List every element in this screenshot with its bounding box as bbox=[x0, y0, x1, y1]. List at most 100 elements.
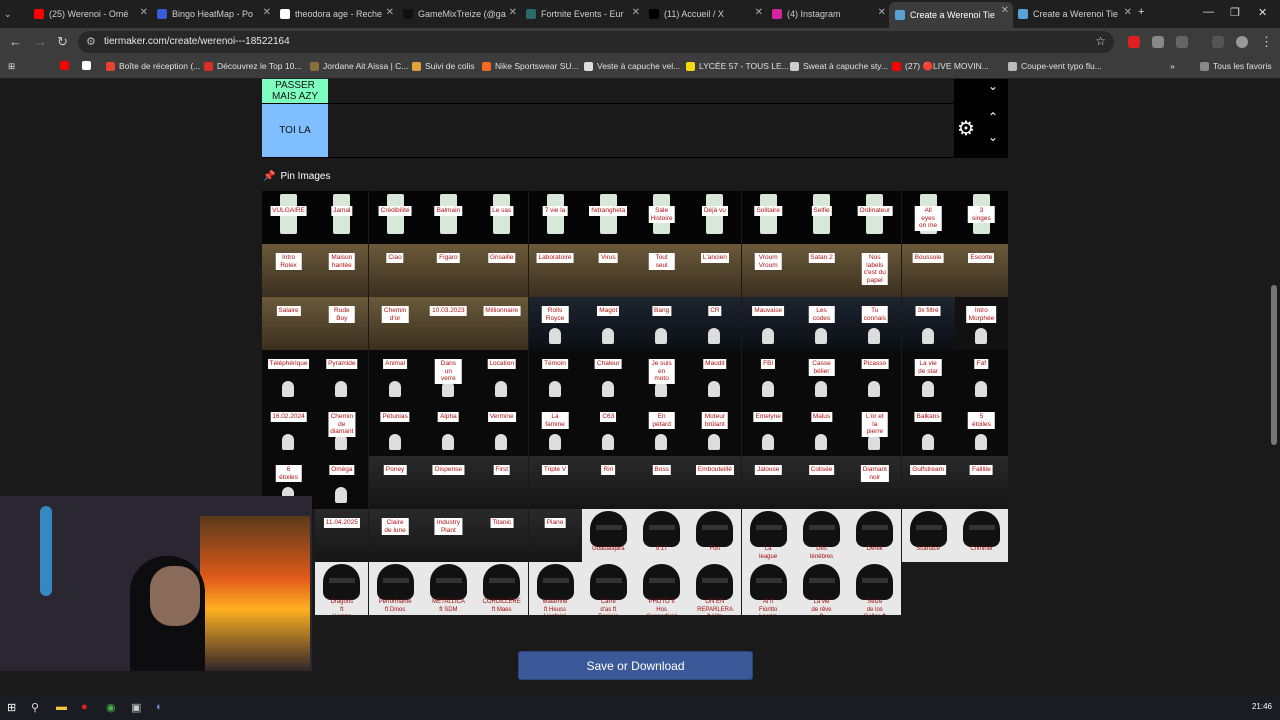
tier-item-card[interactable]: Carré d'as ft Ronisia bbox=[581, 562, 635, 615]
tier-item-card[interactable]: Ordinateur bbox=[848, 191, 902, 244]
windows-start-icon[interactable]: ⊞ bbox=[7, 701, 16, 714]
tier-item-card[interactable]: Jalouse bbox=[741, 456, 795, 509]
tier-item-card[interactable]: Fort bbox=[688, 509, 742, 562]
tier-item-card[interactable]: CR bbox=[688, 297, 742, 350]
browser-tab[interactable]: (25) Werenoi - Omé ✕ bbox=[28, 4, 152, 24]
tier-item-card[interactable]: Claire de lune bbox=[368, 509, 422, 562]
tier-item-card[interactable]: Millionnaire bbox=[475, 297, 529, 350]
tier-item-card[interactable]: 9.17 bbox=[635, 509, 689, 562]
browser-tab[interactable]: GameMixTreize (@ga ✕ bbox=[397, 4, 521, 24]
tier-item-card[interactable]: Crédibilité bbox=[368, 191, 422, 244]
tier-item-card[interactable]: Moteur brûlant bbox=[688, 403, 742, 456]
browser-tab[interactable]: Create a Werenoi Tie ✕ bbox=[1012, 4, 1136, 24]
tier-item-card[interactable]: La famine bbox=[528, 403, 582, 456]
tier-item-card[interactable]: 10.03.2023 bbox=[421, 297, 475, 350]
restore-icon[interactable]: ❐ bbox=[1230, 6, 1240, 19]
tier-item-card[interactable]: Piano bbox=[528, 509, 582, 562]
tier-item-card[interactable]: Oméga bbox=[315, 456, 369, 509]
bookmark-item[interactable]: Découvrez le Top 10... bbox=[204, 61, 301, 71]
tier-item-card[interactable]: Le sas bbox=[475, 191, 529, 244]
reload-icon[interactable]: ↻ bbox=[57, 34, 68, 50]
opera-icon[interactable]: ● bbox=[81, 701, 88, 713]
tier-item-card[interactable]: Colisée bbox=[795, 456, 848, 509]
save-button[interactable]: Save or Download bbox=[518, 651, 753, 680]
tier-item-card[interactable]: Téléphérique bbox=[262, 350, 315, 403]
chevron-down-icon[interactable]: ⌄ bbox=[988, 130, 998, 144]
tab-close-icon[interactable]: ✕ bbox=[1001, 5, 1009, 16]
extension-icon[interactable] bbox=[1128, 36, 1140, 48]
tier-item-card[interactable]: En pétard bbox=[635, 403, 689, 456]
tier-item-card[interactable]: Sale Histoire bbox=[635, 191, 689, 244]
tier-item-card[interactable]: Embouteillé bbox=[688, 456, 742, 509]
tier-item-card[interactable]: Al ft Fioritto Lacrim Mac Tyer bbox=[741, 562, 795, 615]
tier-item-card[interactable]: Les codes bbox=[795, 297, 848, 350]
tier-item-card[interactable]: C63 bbox=[581, 403, 635, 456]
tab-close-icon[interactable]: ✕ bbox=[386, 7, 394, 18]
tier-item-card[interactable]: L'ancien bbox=[688, 244, 742, 297]
tab-close-icon[interactable]: ✕ bbox=[140, 7, 148, 18]
tier-item-card[interactable]: Dans un verre bbox=[421, 350, 475, 403]
search-icon[interactable]: ⚲ bbox=[31, 701, 39, 714]
bookmark-item[interactable]: (27) 🔴LIVE MOVIN... bbox=[892, 61, 989, 72]
tier-item-card[interactable]: Titanic bbox=[475, 509, 529, 562]
tier-item-card[interactable]: Bang bbox=[635, 297, 689, 350]
tier-item-card[interactable]: Gulfstream bbox=[901, 456, 955, 509]
tier-item-card[interactable]: Figaro bbox=[421, 244, 475, 297]
tab-close-icon[interactable]: ✕ bbox=[1124, 7, 1132, 18]
bookmark-item[interactable]: Coupe-vent typo flu... bbox=[1008, 61, 1102, 71]
bookmark-item[interactable] bbox=[60, 61, 73, 70]
browser-tab[interactable]: Create a Werenoi Tie ✕ bbox=[889, 2, 1013, 28]
tier-item-card[interactable]: Grisaille bbox=[475, 244, 529, 297]
tier-item-card[interactable]: Témoin bbox=[528, 350, 582, 403]
tier-item-card[interactable]: Balmain bbox=[421, 191, 475, 244]
file-explorer-icon[interactable]: ▬ bbox=[56, 701, 67, 713]
tier-item-card[interactable]: Vroum Vroum bbox=[741, 244, 795, 297]
chevron-up-icon[interactable]: ⌃ bbox=[988, 110, 998, 124]
tab-search-button[interactable]: ⌄ bbox=[4, 4, 24, 24]
tier-item-card[interactable]: Boss bbox=[635, 456, 689, 509]
tier-item-card[interactable]: Magot bbox=[581, 297, 635, 350]
tier-item-card[interactable]: Balkans bbox=[901, 403, 955, 456]
tier-item-card[interactable]: Tu connais bbox=[848, 297, 902, 350]
tier-item-card[interactable]: METALLICA ft SDM bbox=[421, 562, 475, 615]
bookmark-item[interactable]: Veste à capuche vel... bbox=[584, 61, 680, 71]
tier-item-card[interactable]: Derek bbox=[848, 509, 902, 562]
extension-icon[interactable] bbox=[1152, 36, 1164, 48]
bookmarks-overflow-icon[interactable]: » bbox=[1170, 61, 1175, 71]
tier-item-card[interactable]: Mauvaise bbox=[741, 297, 795, 350]
tier-item-card[interactable]: Emelyne bbox=[741, 403, 795, 456]
tier-item-card[interactable]: Chemin de diamant bbox=[315, 403, 369, 456]
tier-item-card[interactable]: Malarrine ft Heuss L'enfoiré bbox=[528, 562, 582, 615]
tier-item-card[interactable]: La vie de rêve ft Dosseh bbox=[795, 562, 848, 615]
tier-item-card[interactable]: Boussole bbox=[901, 244, 955, 297]
browser-tab[interactable]: (11) Accueil / X ✕ bbox=[643, 4, 767, 24]
profile-avatar[interactable] bbox=[1236, 36, 1248, 48]
bookmark-item[interactable]: LYCÉE 57 - TOUS LE... bbox=[686, 61, 789, 71]
tier-item-card[interactable]: Maudit bbox=[688, 350, 742, 403]
apps-grid-icon[interactable]: ⊞ bbox=[8, 61, 15, 72]
minimize-icon[interactable]: — bbox=[1203, 6, 1214, 18]
tier-item-card[interactable]: Malus bbox=[795, 403, 848, 456]
tier-item-card[interactable]: 16.02.2024 bbox=[262, 403, 315, 456]
tier-item-card[interactable]: Vermine bbox=[475, 403, 529, 456]
tier-item-card[interactable]: ON EN REPARLERA ft Hits Copperfield bbox=[688, 562, 742, 615]
tier-item-card[interactable]: Performante ft Dinos bbox=[368, 562, 422, 615]
tier-item-card[interactable]: Intro Rolex bbox=[262, 244, 315, 297]
tier-item-card[interactable]: Escorte bbox=[954, 244, 1008, 297]
gear-icon[interactable]: ⚙ bbox=[957, 116, 975, 141]
url-bar[interactable]: ⚙ tiermaker.com/create/werenoi---1852216… bbox=[78, 31, 1114, 53]
tier-item-card[interactable]: Alpha bbox=[421, 403, 475, 456]
tier-item-card[interactable]: Rolls Royce bbox=[528, 297, 582, 350]
tier-item-card[interactable]: 11.04.2025 bbox=[315, 509, 369, 562]
tier-item-card[interactable]: L'or et la pierre bbox=[848, 403, 902, 456]
tier-item-card[interactable]: Ciao bbox=[368, 244, 422, 297]
bookmark-item[interactable] bbox=[82, 61, 95, 70]
tier-item-card[interactable]: 5 étoiles bbox=[954, 403, 1008, 456]
tier-item-card[interactable]: Jamal bbox=[315, 191, 369, 244]
pin-images-toggle[interactable]: 📌 Pin Images bbox=[263, 171, 330, 182]
tier-item-card[interactable]: Nos labels c'est du papel bbox=[848, 244, 902, 297]
tab-close-icon[interactable]: ✕ bbox=[755, 7, 763, 18]
tier-item-card[interactable]: Chemin d'or bbox=[368, 297, 422, 350]
tier-item-card[interactable]: VULGAIRE bbox=[262, 191, 315, 244]
tab-close-icon[interactable]: ✕ bbox=[263, 7, 271, 18]
